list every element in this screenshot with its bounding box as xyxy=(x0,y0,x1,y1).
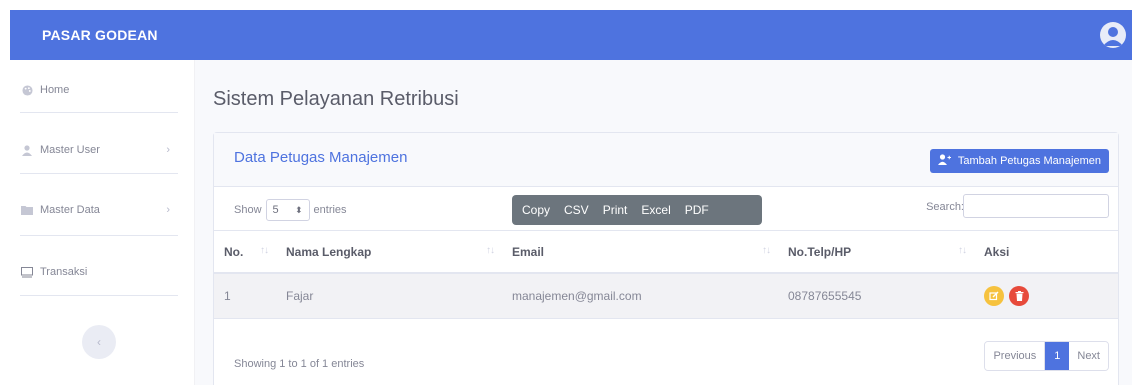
show-label: Show xyxy=(234,204,262,216)
sidebar-divider xyxy=(20,173,178,174)
cell-email: manajemen@gmail.com xyxy=(502,273,778,319)
folder-icon xyxy=(20,205,34,215)
main-content: Sistem Pelayanan Retribusi Data Petugas … xyxy=(195,60,1132,385)
data-card: Data Petugas Manajemen Tambah Petugas Ma… xyxy=(213,132,1119,385)
export-pdf-button[interactable]: PDF xyxy=(685,203,709,217)
trash-icon xyxy=(1015,290,1024,301)
pagination-previous[interactable]: Previous xyxy=(985,342,1046,370)
sort-icon: ↑↓ xyxy=(958,245,967,256)
entries-label: entries xyxy=(313,204,347,216)
sidebar-item-master-data[interactable]: Master Data › xyxy=(10,180,180,240)
sidebar: Home Master User › Master Data › Transak… xyxy=(10,60,195,385)
cell-telp: 08787655545 xyxy=(778,273,974,319)
search-label: Search: xyxy=(926,201,964,213)
top-navbar: PASAR GODEAN xyxy=(10,10,1132,60)
pagination-page-current[interactable]: 1 xyxy=(1045,342,1070,370)
column-header-nama[interactable]: Nama Lengkap ↑↓ xyxy=(276,231,502,274)
column-header-email[interactable]: Email ↑↓ xyxy=(502,231,778,274)
sidebar-divider xyxy=(20,235,178,236)
export-button-group: Copy CSV Print Excel PDF xyxy=(512,195,762,225)
sidebar-item-label: Master User xyxy=(40,144,100,156)
sidebar-item-transaksi[interactable]: Transaksi xyxy=(10,242,180,302)
page-size-control: Show 5 ⬍ entries xyxy=(234,199,347,221)
page-title: Sistem Pelayanan Retribusi xyxy=(213,88,459,110)
export-copy-button[interactable]: Copy xyxy=(522,203,550,217)
sort-icon: ↑↓ xyxy=(762,245,771,256)
sidebar-item-label: Home xyxy=(40,84,70,96)
sidebar-item-label: Transaksi xyxy=(40,266,88,278)
add-petugas-label: Tambah Petugas Manajemen xyxy=(957,155,1101,167)
add-petugas-button[interactable]: Tambah Petugas Manajemen xyxy=(929,149,1109,173)
user-plus-icon xyxy=(937,154,951,168)
brand-title[interactable]: PASAR GODEAN xyxy=(42,27,158,43)
user-icon xyxy=(20,144,34,156)
export-excel-button[interactable]: Excel xyxy=(641,203,670,217)
data-table: No. ↑↓ Nama Lengkap ↑↓ Email ↑↓ No.Telp/HP ↑… xyxy=(214,231,1118,319)
sidebar-divider xyxy=(20,295,178,296)
page-size-select[interactable]: 5 ⬍ xyxy=(265,199,310,221)
search-input[interactable] xyxy=(963,194,1109,218)
sort-icon: ↑↓ xyxy=(260,245,269,256)
column-header-aksi: Aksi xyxy=(974,231,1118,274)
cell-aksi xyxy=(974,273,1118,319)
sidebar-toggle-button[interactable]: ‹ xyxy=(82,325,116,359)
table-info: Showing 1 to 1 of 1 entries xyxy=(234,358,365,370)
card-title: Data Petugas Manajemen xyxy=(234,149,408,166)
pagination-next[interactable]: Next xyxy=(1069,342,1108,370)
page-size-value: 5 xyxy=(272,204,279,216)
sidebar-divider xyxy=(20,112,178,113)
table-row: 1 Fajar manajemen@gmail.com 08787655545 xyxy=(214,273,1118,319)
user-avatar-icon[interactable] xyxy=(1100,22,1126,48)
card-header: Data Petugas Manajemen Tambah Petugas Ma… xyxy=(214,133,1118,187)
select-arrows-icon: ⬍ xyxy=(294,204,303,215)
sidebar-item-master-user[interactable]: Master User › xyxy=(10,120,180,180)
export-csv-button[interactable]: CSV xyxy=(564,203,589,217)
chevron-left-icon: ‹ xyxy=(97,335,101,349)
cell-nama: Fajar xyxy=(276,273,502,319)
palette-icon xyxy=(20,84,34,96)
column-header-telp[interactable]: No.Telp/HP ↑↓ xyxy=(778,231,974,274)
delete-button[interactable] xyxy=(1009,285,1030,306)
export-print-button[interactable]: Print xyxy=(603,203,628,217)
sort-icon: ↑↓ xyxy=(486,245,495,256)
edit-button[interactable] xyxy=(984,285,1004,306)
chevron-right-icon: › xyxy=(166,144,170,156)
chevron-right-icon: › xyxy=(166,204,170,216)
column-header-no[interactable]: No. ↑↓ xyxy=(214,231,276,274)
edit-icon xyxy=(989,291,999,300)
monitor-icon xyxy=(20,266,34,278)
sidebar-item-label: Master Data xyxy=(40,204,100,216)
sidebar-item-home[interactable]: Home xyxy=(10,60,180,120)
cell-no: 1 xyxy=(214,273,276,319)
pagination: Previous 1 Next xyxy=(984,341,1109,371)
table-controls: Show 5 ⬍ entries Copy CSV Print Excel PD… xyxy=(214,187,1118,231)
